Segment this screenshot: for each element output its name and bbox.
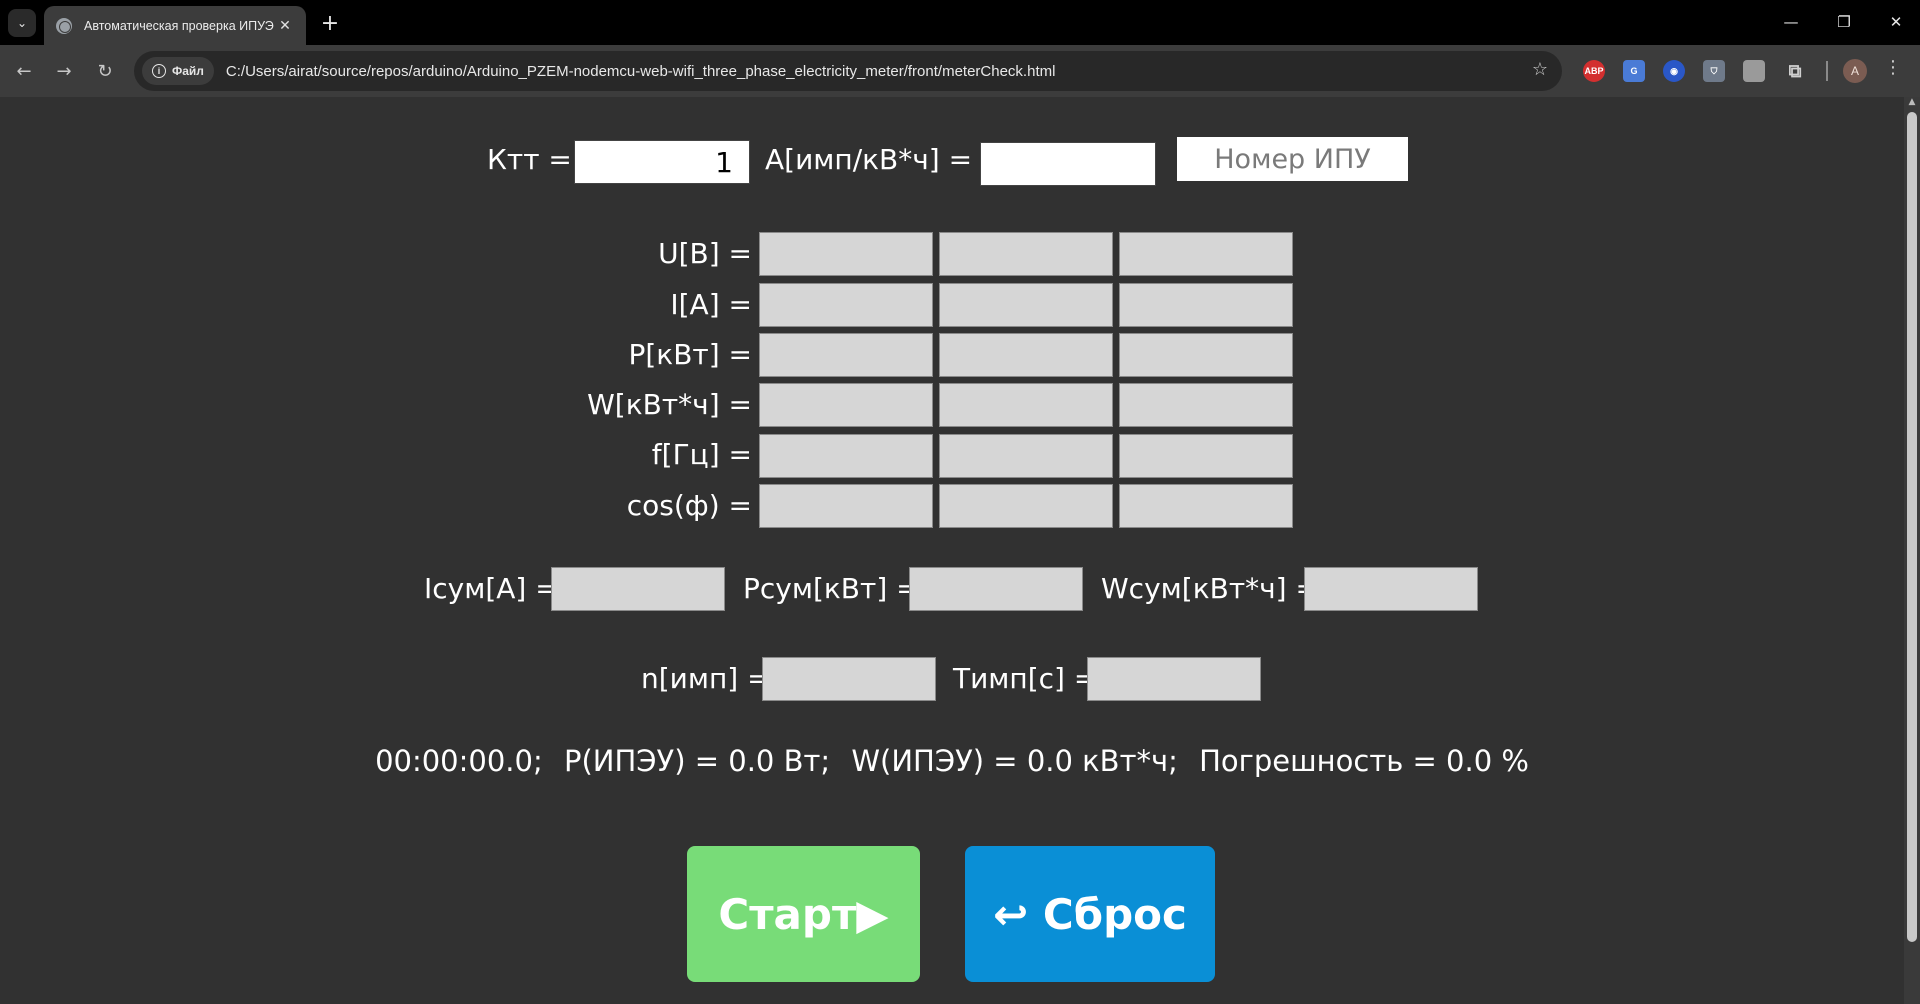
star-icon[interactable]: ☆ xyxy=(1532,59,1548,80)
start-button[interactable]: Старт▶ xyxy=(687,846,920,982)
w-sum-field xyxy=(1304,567,1478,611)
f-phase-c-field xyxy=(1119,434,1293,478)
status-error: Погрешность = 0.0 % xyxy=(1199,744,1529,778)
w-sum-label: Wсум[кВт*ч] = xyxy=(1101,572,1319,605)
arrow-right-icon: → xyxy=(56,60,72,82)
p-phase-b-field xyxy=(939,333,1113,377)
p-sum-label: Pсум[кВт] = xyxy=(743,572,920,605)
cos-phase-a-field xyxy=(759,484,933,528)
i-sum-label: Iсум[А] = xyxy=(424,572,559,605)
scroll-up-icon[interactable]: ▲ xyxy=(1904,97,1920,111)
i-phase-a-field xyxy=(759,283,933,327)
reload-button[interactable]: ↻ xyxy=(91,57,119,85)
a-label: А[имп/кВ*ч] = xyxy=(765,143,973,176)
close-window-button[interactable]: ✕ xyxy=(1876,8,1916,36)
w-phase-a-field xyxy=(759,383,933,427)
scrollbar-thumb[interactable] xyxy=(1907,112,1917,942)
adblock-label: ABP xyxy=(1584,66,1604,76)
info-icon: i xyxy=(152,64,166,78)
cos-label: cos(ф) = xyxy=(626,489,752,522)
new-tab-button[interactable]: + xyxy=(316,9,344,37)
w-label: W[кВт*ч] = xyxy=(587,388,752,421)
adblock-icon[interactable]: ABP xyxy=(1583,60,1605,82)
w-phase-b-field xyxy=(939,383,1113,427)
restore-button[interactable]: ❐ xyxy=(1824,8,1864,36)
restore-icon: ❐ xyxy=(1837,13,1851,31)
cos-phase-c-field xyxy=(1119,484,1293,528)
address-bar[interactable]: i Файл C:/Users/airat/source/repos/ardui… xyxy=(134,51,1562,91)
f-label: f[Гц] = xyxy=(651,438,752,471)
vpn-icon[interactable]: ◉ xyxy=(1663,60,1685,82)
p-phase-a-field xyxy=(759,333,933,377)
ktt-label: Ктт = xyxy=(487,143,572,176)
arrow-left-icon: ← xyxy=(16,60,32,82)
t-pulse-label: Тимп[с] = xyxy=(953,662,1098,695)
i-sum-field xyxy=(551,567,725,611)
puzzle-icon[interactable]: ⧉ xyxy=(1784,60,1806,82)
p-phase-c-field xyxy=(1119,333,1293,377)
shield-icon[interactable]: ⛉ xyxy=(1703,60,1725,82)
tab-search-button[interactable]: ⌄ xyxy=(8,9,36,37)
toolbar-divider xyxy=(1826,61,1828,81)
w-phase-c-field xyxy=(1119,383,1293,427)
page-scrollbar[interactable]: ▲ xyxy=(1904,97,1920,1004)
close-icon: ✕ xyxy=(1889,13,1903,31)
close-icon[interactable]: ✕ xyxy=(276,18,294,34)
i-phase-b-field xyxy=(939,283,1113,327)
chevron-down-icon: ⌄ xyxy=(16,16,28,30)
meter-number-input[interactable] xyxy=(1177,137,1408,181)
a-input[interactable] xyxy=(980,142,1156,186)
minimize-button[interactable]: — xyxy=(1771,8,1811,36)
t-pulse-field xyxy=(1087,657,1261,701)
site-chip-label: Файл xyxy=(172,64,204,78)
globe-icon xyxy=(56,17,72,34)
i-label: I[А] = xyxy=(670,288,752,321)
site-info-chip[interactable]: i Файл xyxy=(142,57,214,85)
u-phase-a-field xyxy=(759,232,933,276)
minimize-icon: — xyxy=(1783,13,1799,31)
avatar[interactable]: A xyxy=(1843,59,1867,83)
p-sum-field xyxy=(909,567,1083,611)
reset-button[interactable]: ↩ Сброс xyxy=(965,846,1215,982)
f-phase-a-field xyxy=(759,434,933,478)
url-text[interactable]: C:/Users/airat/source/repos/arduino/Ardu… xyxy=(226,63,1056,80)
plus-icon: + xyxy=(320,10,340,36)
f-phase-b-field xyxy=(939,434,1113,478)
status-power: P(ИПЭУ) = 0.0 Вт; xyxy=(563,744,831,778)
status-energy: W(ИПЭУ) = 0.0 кВт*ч; xyxy=(851,744,1178,778)
tab-active[interactable]: Автоматическая проверка ИПУЭ ✕ xyxy=(44,6,306,45)
p-label: P[кВт] = xyxy=(628,338,752,371)
back-button[interactable]: ← xyxy=(10,57,38,85)
status-line: 00:00:00.0; P(ИПЭУ) = 0.0 Вт; W(ИПЭУ) = … xyxy=(0,744,1904,778)
i-phase-c-field xyxy=(1119,283,1293,327)
browser-tab-bar: ⌄ Автоматическая проверка ИПУЭ ✕ + — ❐ ✕ xyxy=(0,0,1920,45)
extension-square-icon[interactable] xyxy=(1743,60,1765,82)
browser-toolbar: ← → ↻ i Файл C:/Users/airat/source/repos… xyxy=(0,45,1920,97)
kebab-menu-icon[interactable]: ⋮ xyxy=(1884,57,1902,78)
u-phase-b-field xyxy=(939,232,1113,276)
forward-button[interactable]: → xyxy=(50,57,78,85)
ktt-input[interactable] xyxy=(574,140,750,184)
u-label: U[В] = xyxy=(658,237,752,270)
n-pulses-field xyxy=(762,657,936,701)
n-pulses-label: n[имп] = xyxy=(641,662,771,695)
status-time: 00:00:00.0; xyxy=(375,744,543,778)
u-phase-c-field xyxy=(1119,232,1293,276)
translate-icon[interactable]: G xyxy=(1623,60,1645,82)
reload-icon: ↻ xyxy=(97,60,113,82)
tab-title: Автоматическая проверка ИПУЭ xyxy=(84,18,274,33)
cos-phase-b-field xyxy=(939,484,1113,528)
